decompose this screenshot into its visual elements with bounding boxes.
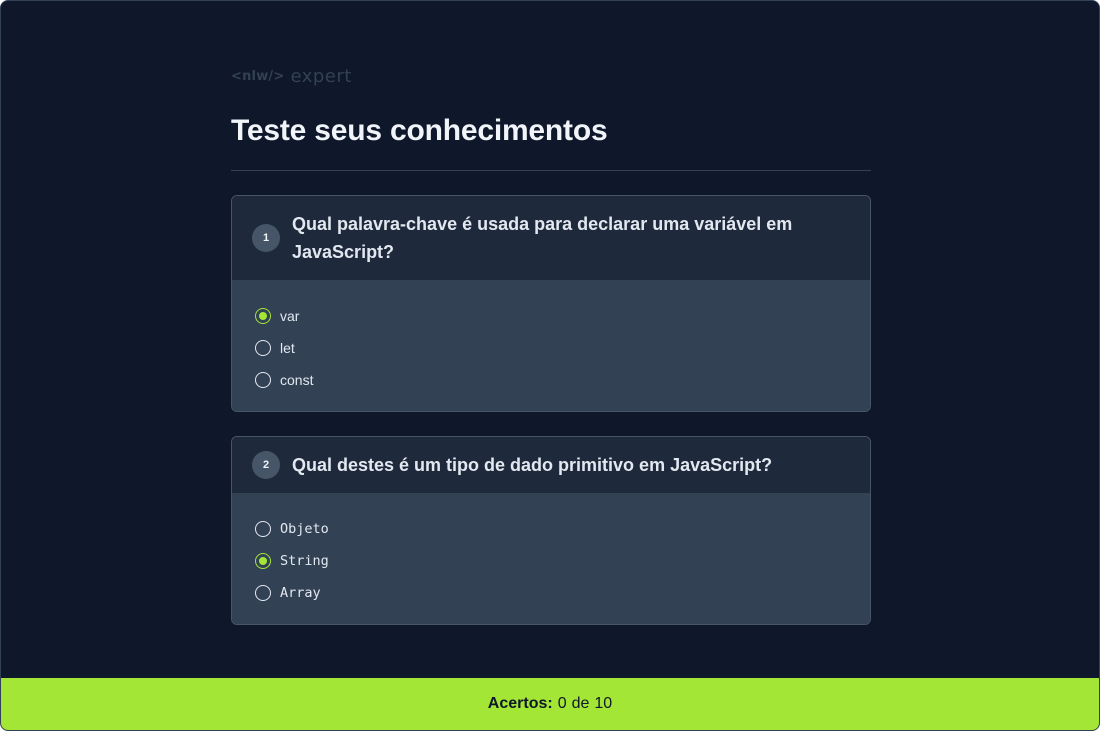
answer-option[interactable]: var [255, 300, 847, 332]
question-card: 1 Qual palavra-chave é usada para declar… [231, 195, 871, 412]
logo-tag: <nlw/> [231, 68, 285, 84]
score-total: 10 [594, 695, 613, 712]
radio-button[interactable] [255, 340, 271, 356]
radio-button-selected[interactable] [255, 308, 271, 324]
answer-option[interactable]: Objeto [255, 513, 847, 545]
answer-option[interactable]: Array [255, 577, 847, 609]
answer-option[interactable]: String [255, 545, 847, 577]
question-number-badge: 2 [252, 451, 280, 479]
question-card: 2 Qual destes é um tipo de dado primitiv… [231, 436, 871, 625]
answer-options: Objeto String Array [232, 493, 870, 624]
app-window: <nlw/> expert Teste seus conhecimentos 1… [0, 0, 1100, 731]
score-correct: 0 [557, 695, 567, 712]
score-footer: Acertos: 0 de 10 [1, 678, 1099, 730]
radio-button-selected[interactable] [255, 553, 271, 569]
answer-option[interactable]: const [255, 364, 847, 396]
answer-label: let [280, 340, 295, 356]
quiz-container: <nlw/> expert Teste seus conhecimentos 1… [231, 65, 871, 625]
answer-label: Objeto [280, 521, 329, 537]
question-header: 2 Qual destes é um tipo de dado primitiv… [232, 437, 870, 493]
answer-label: var [280, 308, 300, 324]
logo-word: expert [290, 65, 352, 87]
question-text: Qual palavra-chave é usada para declarar… [292, 214, 793, 262]
question-text: Qual destes é um tipo de dado primitivo … [292, 455, 773, 475]
radio-button[interactable] [255, 521, 271, 537]
radio-button[interactable] [255, 585, 271, 601]
score-separator: de [571, 695, 590, 712]
question-number-badge: 1 [252, 224, 280, 252]
question-header: 1 Qual palavra-chave é usada para declar… [232, 196, 870, 280]
answer-label: Array [280, 585, 321, 601]
score-label: Acertos: [487, 695, 553, 712]
answer-options: var let const [232, 280, 870, 411]
answer-label: String [280, 553, 329, 569]
answer-option[interactable]: let [255, 332, 847, 364]
radio-button[interactable] [255, 372, 271, 388]
divider [231, 170, 871, 171]
answer-label: const [280, 372, 314, 388]
page-title: Teste seus conhecimentos [231, 114, 608, 147]
logo: <nlw/> expert [231, 65, 871, 87]
